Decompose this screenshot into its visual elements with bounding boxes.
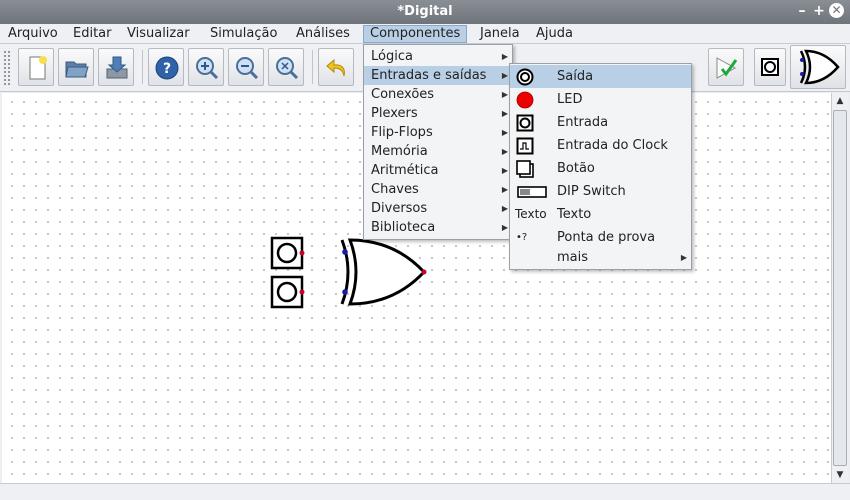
vertical-scrollbar[interactable]: ▲ ▼	[831, 93, 848, 483]
input-component-icon	[761, 58, 779, 76]
input-component-2[interactable]	[270, 275, 305, 309]
io-submenu: Saída LED Entrada Entrada do Clock Botão…	[509, 63, 692, 270]
menu-item-aritmetica[interactable]: Aritmética ▶	[364, 161, 512, 180]
menu-analises[interactable]: Análises	[290, 25, 356, 43]
undo-button[interactable]	[318, 48, 354, 86]
dip-switch-icon	[517, 186, 547, 198]
menu-visualizar[interactable]: Visualizar	[121, 25, 196, 43]
xor-gate-icon	[799, 49, 840, 85]
chevron-right-icon: ▶	[501, 128, 508, 137]
clock-input-icon	[516, 137, 534, 155]
input-component-1[interactable]	[270, 236, 305, 270]
open-folder-icon	[65, 61, 89, 78]
xor-gate-button[interactable]	[790, 45, 846, 89]
submenu-item-ponta-de-prova[interactable]: •? Ponta de prova	[510, 226, 691, 249]
circuit-drawing	[270, 236, 427, 309]
submenu-item-entrada[interactable]: Entrada	[510, 111, 691, 134]
menu-arquivo[interactable]: Arquivo	[2, 25, 64, 43]
app-window: *Digital – + ✕ Arquivo Editar Visualizar…	[0, 0, 850, 500]
components-menu: Lógica ▶ Entradas e saídas ▶ Conexões ▶ Ple…	[363, 44, 513, 240]
maximize-icon[interactable]: +	[811, 3, 827, 19]
menu-item-plexers[interactable]: Plexers ▶	[364, 104, 512, 123]
zoom-out-icon	[236, 57, 259, 80]
chevron-right-icon: ▶	[680, 253, 687, 262]
close-icon[interactable]: ✕	[829, 3, 844, 18]
scroll-thumb[interactable]	[833, 110, 847, 466]
menu-item-chaves[interactable]: Chaves ▶	[364, 180, 512, 199]
submenu-item-mais[interactable]: mais ▶	[510, 249, 691, 268]
undo-icon	[326, 58, 345, 77]
zoom-fit-icon	[276, 57, 299, 80]
submenu-item-entrada-clock[interactable]: Entrada do Clock	[510, 134, 691, 157]
zoom-out-button[interactable]	[228, 48, 264, 86]
scroll-up-icon[interactable]: ▲	[832, 93, 848, 109]
svg-text:?: ?	[163, 61, 171, 77]
horizontal-scrollbar[interactable]	[0, 483, 850, 500]
menu-item-diversos[interactable]: Diversos ▶	[364, 199, 512, 218]
submenu-item-botao[interactable]: Botão	[510, 157, 691, 180]
toolbar-grip-icon[interactable]	[3, 50, 11, 86]
menu-item-logica[interactable]: Lógica ▶	[364, 47, 512, 66]
help-icon: ?	[155, 56, 179, 80]
save-file-button[interactable]	[98, 48, 134, 86]
chevron-right-icon: ▶	[501, 109, 508, 118]
menu-editar[interactable]: Editar	[67, 25, 118, 43]
chevron-right-icon: ▶	[501, 223, 508, 232]
check-icon	[716, 57, 738, 79]
open-file-button[interactable]	[58, 48, 94, 86]
menu-item-conexoes[interactable]: Conexões ▶	[364, 85, 512, 104]
submenu-item-saida[interactable]: Saída	[510, 65, 691, 88]
window-title: *Digital	[397, 4, 453, 19]
chevron-right-icon: ▶	[501, 204, 508, 213]
input-component-button[interactable]	[754, 48, 786, 86]
title-bar: *Digital – + ✕	[0, 0, 850, 24]
chevron-right-icon: ▶	[501, 71, 508, 80]
menu-item-biblioteca[interactable]: Biblioteca ▶	[364, 218, 512, 237]
chevron-right-icon: ▶	[501, 52, 508, 61]
new-file-icon	[29, 56, 47, 80]
xor-gate[interactable]	[340, 238, 427, 306]
menu-simulacao[interactable]: Simulação	[204, 25, 283, 43]
menu-bar: Arquivo Editar Visualizar Simulação Anál…	[0, 24, 850, 44]
minimize-icon[interactable]: –	[794, 3, 810, 19]
input-icon	[516, 114, 534, 132]
save-icon	[106, 56, 128, 79]
menu-ajuda[interactable]: Ajuda	[530, 25, 579, 43]
submenu-item-led[interactable]: LED	[510, 88, 691, 111]
chevron-right-icon: ▶	[501, 166, 508, 175]
new-file-button[interactable]	[18, 48, 54, 86]
output-icon	[516, 68, 534, 86]
button-icon	[516, 160, 534, 178]
menu-item-flip-flops[interactable]: Flip-Flops ▶	[364, 123, 512, 142]
zoom-fit-button[interactable]	[268, 48, 304, 86]
scroll-down-icon[interactable]: ▼	[832, 467, 848, 483]
submenu-item-dip-switch[interactable]: DIP Switch	[510, 180, 691, 203]
chevron-right-icon: ▶	[501, 90, 508, 99]
chevron-right-icon: ▶	[501, 147, 508, 156]
chevron-right-icon: ▶	[501, 185, 508, 194]
menu-janela[interactable]: Janela	[474, 25, 526, 43]
menu-item-memoria[interactable]: Memória ▶	[364, 142, 512, 161]
submenu-item-texto[interactable]: Texto Texto	[510, 203, 691, 226]
probe-icon: •?	[516, 232, 528, 243]
help-button[interactable]: ?	[148, 48, 184, 86]
menu-componentes[interactable]: Componentes	[363, 25, 468, 43]
text-icon: Texto	[515, 207, 547, 221]
zoom-in-icon	[196, 57, 219, 80]
menu-item-entradas-saidas[interactable]: Entradas e saídas ▶	[364, 66, 512, 85]
start-simulation-button[interactable]	[708, 48, 744, 86]
zoom-in-button[interactable]	[188, 48, 224, 86]
led-icon	[516, 91, 534, 109]
